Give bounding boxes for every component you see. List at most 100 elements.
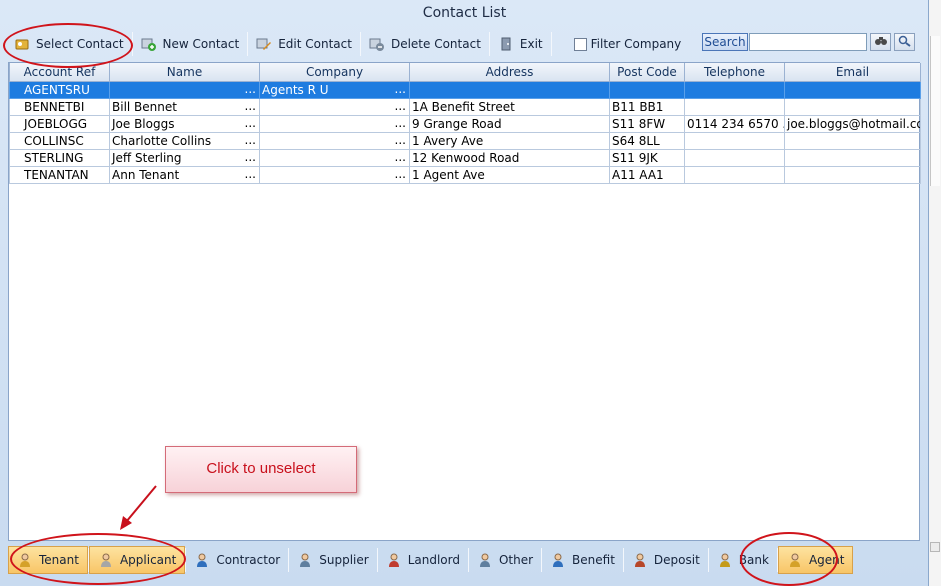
tab-bank[interactable]: Bank	[709, 546, 777, 574]
contacts-grid: Account Ref Name Company Address Post Code Te…	[8, 62, 921, 541]
cell-ref[interactable]: BENNETBI	[9, 97, 110, 116]
table-row[interactable]: TENANTAN Ann Tenant...... 1 Agent Ave A11 A…	[9, 165, 921, 184]
column-header[interactable]: Company	[259, 63, 410, 82]
cell-email[interactable]	[784, 165, 921, 184]
cell-telephone[interactable]: 0114 234 6570 ...	[684, 114, 785, 133]
table-row[interactable]: BENNETBI Bill Bennet...... 1A Benefit Stre…	[9, 97, 921, 116]
tab-landlord[interactable]: Landlord	[378, 546, 468, 574]
cell-address[interactable]: 1A Benefit Street	[409, 97, 610, 116]
cell-telephone[interactable]	[684, 80, 785, 99]
cell-company[interactable]: ...	[259, 131, 410, 150]
column-header[interactable]: Telephone	[684, 63, 785, 82]
cell-company[interactable]: ...	[259, 165, 410, 184]
table-row[interactable]: STERLING Jeff Sterling...... 12 Kenwood Ro…	[9, 148, 921, 167]
binoculars-button[interactable]	[870, 33, 891, 51]
cell-telephone[interactable]	[684, 97, 785, 116]
table-row[interactable]: JOEBLOGG Joe Bloggs...... 9 Grange Road S11…	[9, 114, 921, 133]
tab-other[interactable]: Other	[469, 546, 541, 574]
cell-address[interactable]: 12 Kenwood Road	[409, 148, 610, 167]
cell-postcode[interactable]: A11 AA1	[609, 165, 685, 184]
cell-name[interactable]: ...	[109, 80, 260, 99]
bank-person-icon	[717, 552, 733, 568]
filter-company-checkbox[interactable]: Filter Company	[573, 37, 681, 51]
background-window-edge	[929, 0, 941, 586]
cell-ref[interactable]: COLLINSC	[9, 131, 110, 150]
ellipsis-button[interactable]: ...	[395, 150, 406, 164]
advanced-search-button[interactable]	[894, 33, 915, 51]
cell-postcode[interactable]: B11 BB1	[609, 97, 685, 116]
ellipsis-button[interactable]: ...	[395, 167, 406, 181]
ellipsis-button[interactable]: ...	[395, 99, 406, 113]
tenant-person-icon	[17, 552, 33, 568]
applicant-person-icon	[98, 552, 114, 568]
cell-email[interactable]	[784, 131, 921, 150]
background-scroll-button	[930, 542, 940, 552]
tab-tenant[interactable]: Tenant	[8, 545, 88, 574]
ellipsis-button[interactable]: ...	[245, 133, 256, 147]
cell-telephone[interactable]	[684, 148, 785, 167]
cell-address[interactable]: 9 Grange Road	[409, 114, 610, 133]
filter-company-check[interactable]	[573, 37, 587, 51]
new-contact-icon	[141, 36, 157, 52]
cell-telephone[interactable]	[684, 165, 785, 184]
cell-ref[interactable]: AGENTSRU	[9, 80, 110, 99]
cell-telephone[interactable]	[684, 131, 785, 150]
cell-email[interactable]	[784, 80, 921, 99]
tab-contractor[interactable]: Contractor	[186, 546, 288, 574]
cell-name[interactable]: Ann Tenant...	[109, 165, 260, 184]
cell-postcode[interactable]: S11 9JK	[609, 148, 685, 167]
cell-postcode[interactable]: S64 8LL	[609, 131, 685, 150]
ellipsis-button[interactable]: ...	[245, 150, 256, 164]
column-header[interactable]: Account Ref	[9, 63, 110, 82]
cell-company[interactable]: ...	[259, 148, 410, 167]
cell-company[interactable]: Agents R U...	[259, 80, 410, 99]
search-input[interactable]	[749, 33, 867, 51]
tab-benefit[interactable]: Benefit	[542, 546, 623, 574]
cell-name[interactable]: Joe Bloggs...	[109, 114, 260, 133]
tab-deposit[interactable]: Deposit	[624, 546, 708, 574]
ellipsis-button[interactable]: ...	[395, 82, 406, 96]
ellipsis-button[interactable]: ...	[395, 133, 406, 147]
table-row[interactable]: COLLINSC Charlotte Collins...... 1 Avery A…	[9, 131, 921, 150]
cell-email[interactable]: joe.bloggs@hotmail.co...	[784, 114, 921, 133]
cell-ref[interactable]: STERLING	[9, 148, 110, 167]
cell-postcode[interactable]: S11 8FW	[609, 114, 685, 133]
tab-agent[interactable]: Agent	[777, 545, 854, 574]
cell-postcode[interactable]	[609, 80, 685, 99]
column-header[interactable]: Address	[409, 63, 610, 82]
cell-name[interactable]: Bill Bennet...	[109, 97, 260, 116]
table-row[interactable]: AGENTSRU... Agents R U...	[9, 80, 921, 99]
tab-supplier[interactable]: Supplier	[289, 546, 376, 574]
cell-email[interactable]	[784, 148, 921, 167]
select-contact-button[interactable]: Select Contact	[6, 31, 132, 57]
cell-ref[interactable]: TENANTAN	[9, 165, 110, 184]
cell-address[interactable]: 1 Agent Ave	[409, 165, 610, 184]
tab-applicant[interactable]: Applicant	[88, 545, 186, 574]
cell-company[interactable]: ...	[259, 97, 410, 116]
ellipsis-button[interactable]: ...	[245, 99, 256, 113]
column-header[interactable]: Email	[784, 63, 921, 82]
cell-ref[interactable]: JOEBLOGG	[9, 114, 110, 133]
exit-button[interactable]: Exit	[490, 31, 551, 57]
cell-name[interactable]: Charlotte Collins...	[109, 131, 260, 150]
cell-name[interactable]: Jeff Sterling...	[109, 148, 260, 167]
cell-company[interactable]: ...	[259, 114, 410, 133]
ellipsis-button[interactable]: ...	[395, 116, 406, 130]
edit-contact-icon	[256, 36, 272, 52]
search-area: Search	[702, 33, 915, 51]
delete-contact-button[interactable]: Delete Contact	[361, 31, 489, 57]
agent-person-icon	[787, 552, 803, 568]
ellipsis-button[interactable]: ...	[245, 82, 256, 96]
column-header[interactable]: Post Code	[609, 63, 685, 82]
edit-contact-button[interactable]: Edit Contact	[248, 31, 360, 57]
column-header[interactable]: Name	[109, 63, 260, 82]
new-contact-button[interactable]: New Contact	[133, 31, 248, 57]
cell-address[interactable]	[409, 80, 610, 99]
benefit-person-icon	[550, 552, 566, 568]
binoculars-icon	[874, 35, 888, 50]
cell-email[interactable]	[784, 97, 921, 116]
ellipsis-button[interactable]: ...	[245, 167, 256, 181]
search-button[interactable]: Search	[702, 33, 748, 51]
cell-address[interactable]: 1 Avery Ave	[409, 131, 610, 150]
ellipsis-button[interactable]: ...	[245, 116, 256, 130]
